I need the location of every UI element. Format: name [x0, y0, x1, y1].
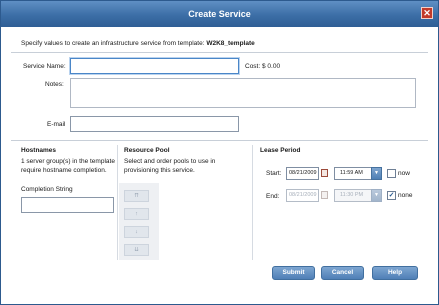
hostnames-title: Hostnames — [21, 147, 57, 154]
end-date-input[interactable]: 08/21/2009 — [286, 189, 319, 202]
intro-text: Specify values to create an infrastructu… — [21, 40, 255, 47]
start-date-input[interactable]: 08/21/2009 — [286, 167, 319, 180]
lease-period-title: Lease Period — [260, 147, 301, 154]
end-time-select[interactable]: 11:30 PM ▼ — [334, 189, 382, 202]
template-name: W2K8_template — [206, 40, 255, 47]
start-calendar-icon[interactable] — [321, 169, 328, 177]
end-label: End: — [266, 193, 280, 200]
chevron-down-icon[interactable]: ▼ — [371, 167, 382, 180]
divider-middle — [11, 140, 428, 141]
help-button[interactable]: Help — [372, 266, 418, 280]
email-label: E-mail — [47, 121, 66, 128]
cost-value: $ 0.00 — [262, 63, 281, 70]
email-input[interactable] — [70, 116, 239, 132]
cancel-button[interactable]: Cancel — [321, 266, 364, 280]
start-time-select[interactable]: 11:59 AM ▼ — [334, 167, 382, 180]
column-separator-left — [117, 145, 118, 260]
now-label: now — [398, 170, 410, 177]
column-separator-right — [252, 145, 253, 260]
resource-pool-description: Select and order pools to use in provisi… — [124, 158, 216, 174]
move-up-button[interactable]: ↑ — [124, 208, 149, 220]
create-service-dialog: Create Service ✕ Specify values to creat… — [0, 0, 439, 305]
intro-description: Specify values to create an infrastructu… — [21, 40, 205, 47]
none-checkbox[interactable]: ✓ — [387, 191, 396, 200]
close-icon[interactable]: ✕ — [421, 7, 433, 19]
notes-label: Notes: — [45, 81, 64, 88]
submit-button[interactable]: Submit — [272, 266, 315, 280]
start-label: Start: — [266, 170, 282, 177]
none-label: none — [398, 192, 413, 199]
completion-string-label: Completion String — [21, 186, 73, 193]
dialog-title: Create Service — [188, 9, 251, 19]
cost-label: Cost: — [245, 63, 261, 70]
end-calendar-icon[interactable] — [321, 191, 328, 199]
divider-top — [11, 52, 428, 53]
completion-string-input[interactable] — [21, 197, 114, 213]
notes-textarea[interactable] — [70, 78, 416, 108]
chevron-down-icon[interactable]: ▼ — [371, 189, 382, 202]
hostnames-description: 1 server group(s) in the template requir… — [21, 158, 115, 174]
dialog-title-bar[interactable]: Create Service ✕ — [1, 1, 438, 27]
now-checkbox[interactable] — [387, 169, 396, 178]
service-name-input[interactable] — [70, 58, 239, 74]
move-top-button[interactable]: ⇈ — [124, 190, 149, 202]
service-name-label: Service Name: — [23, 63, 66, 70]
resource-pool-title: Resource Pool — [124, 147, 170, 154]
move-bottom-button[interactable]: ⇊ — [124, 244, 149, 256]
move-down-button[interactable]: ↓ — [124, 226, 149, 238]
